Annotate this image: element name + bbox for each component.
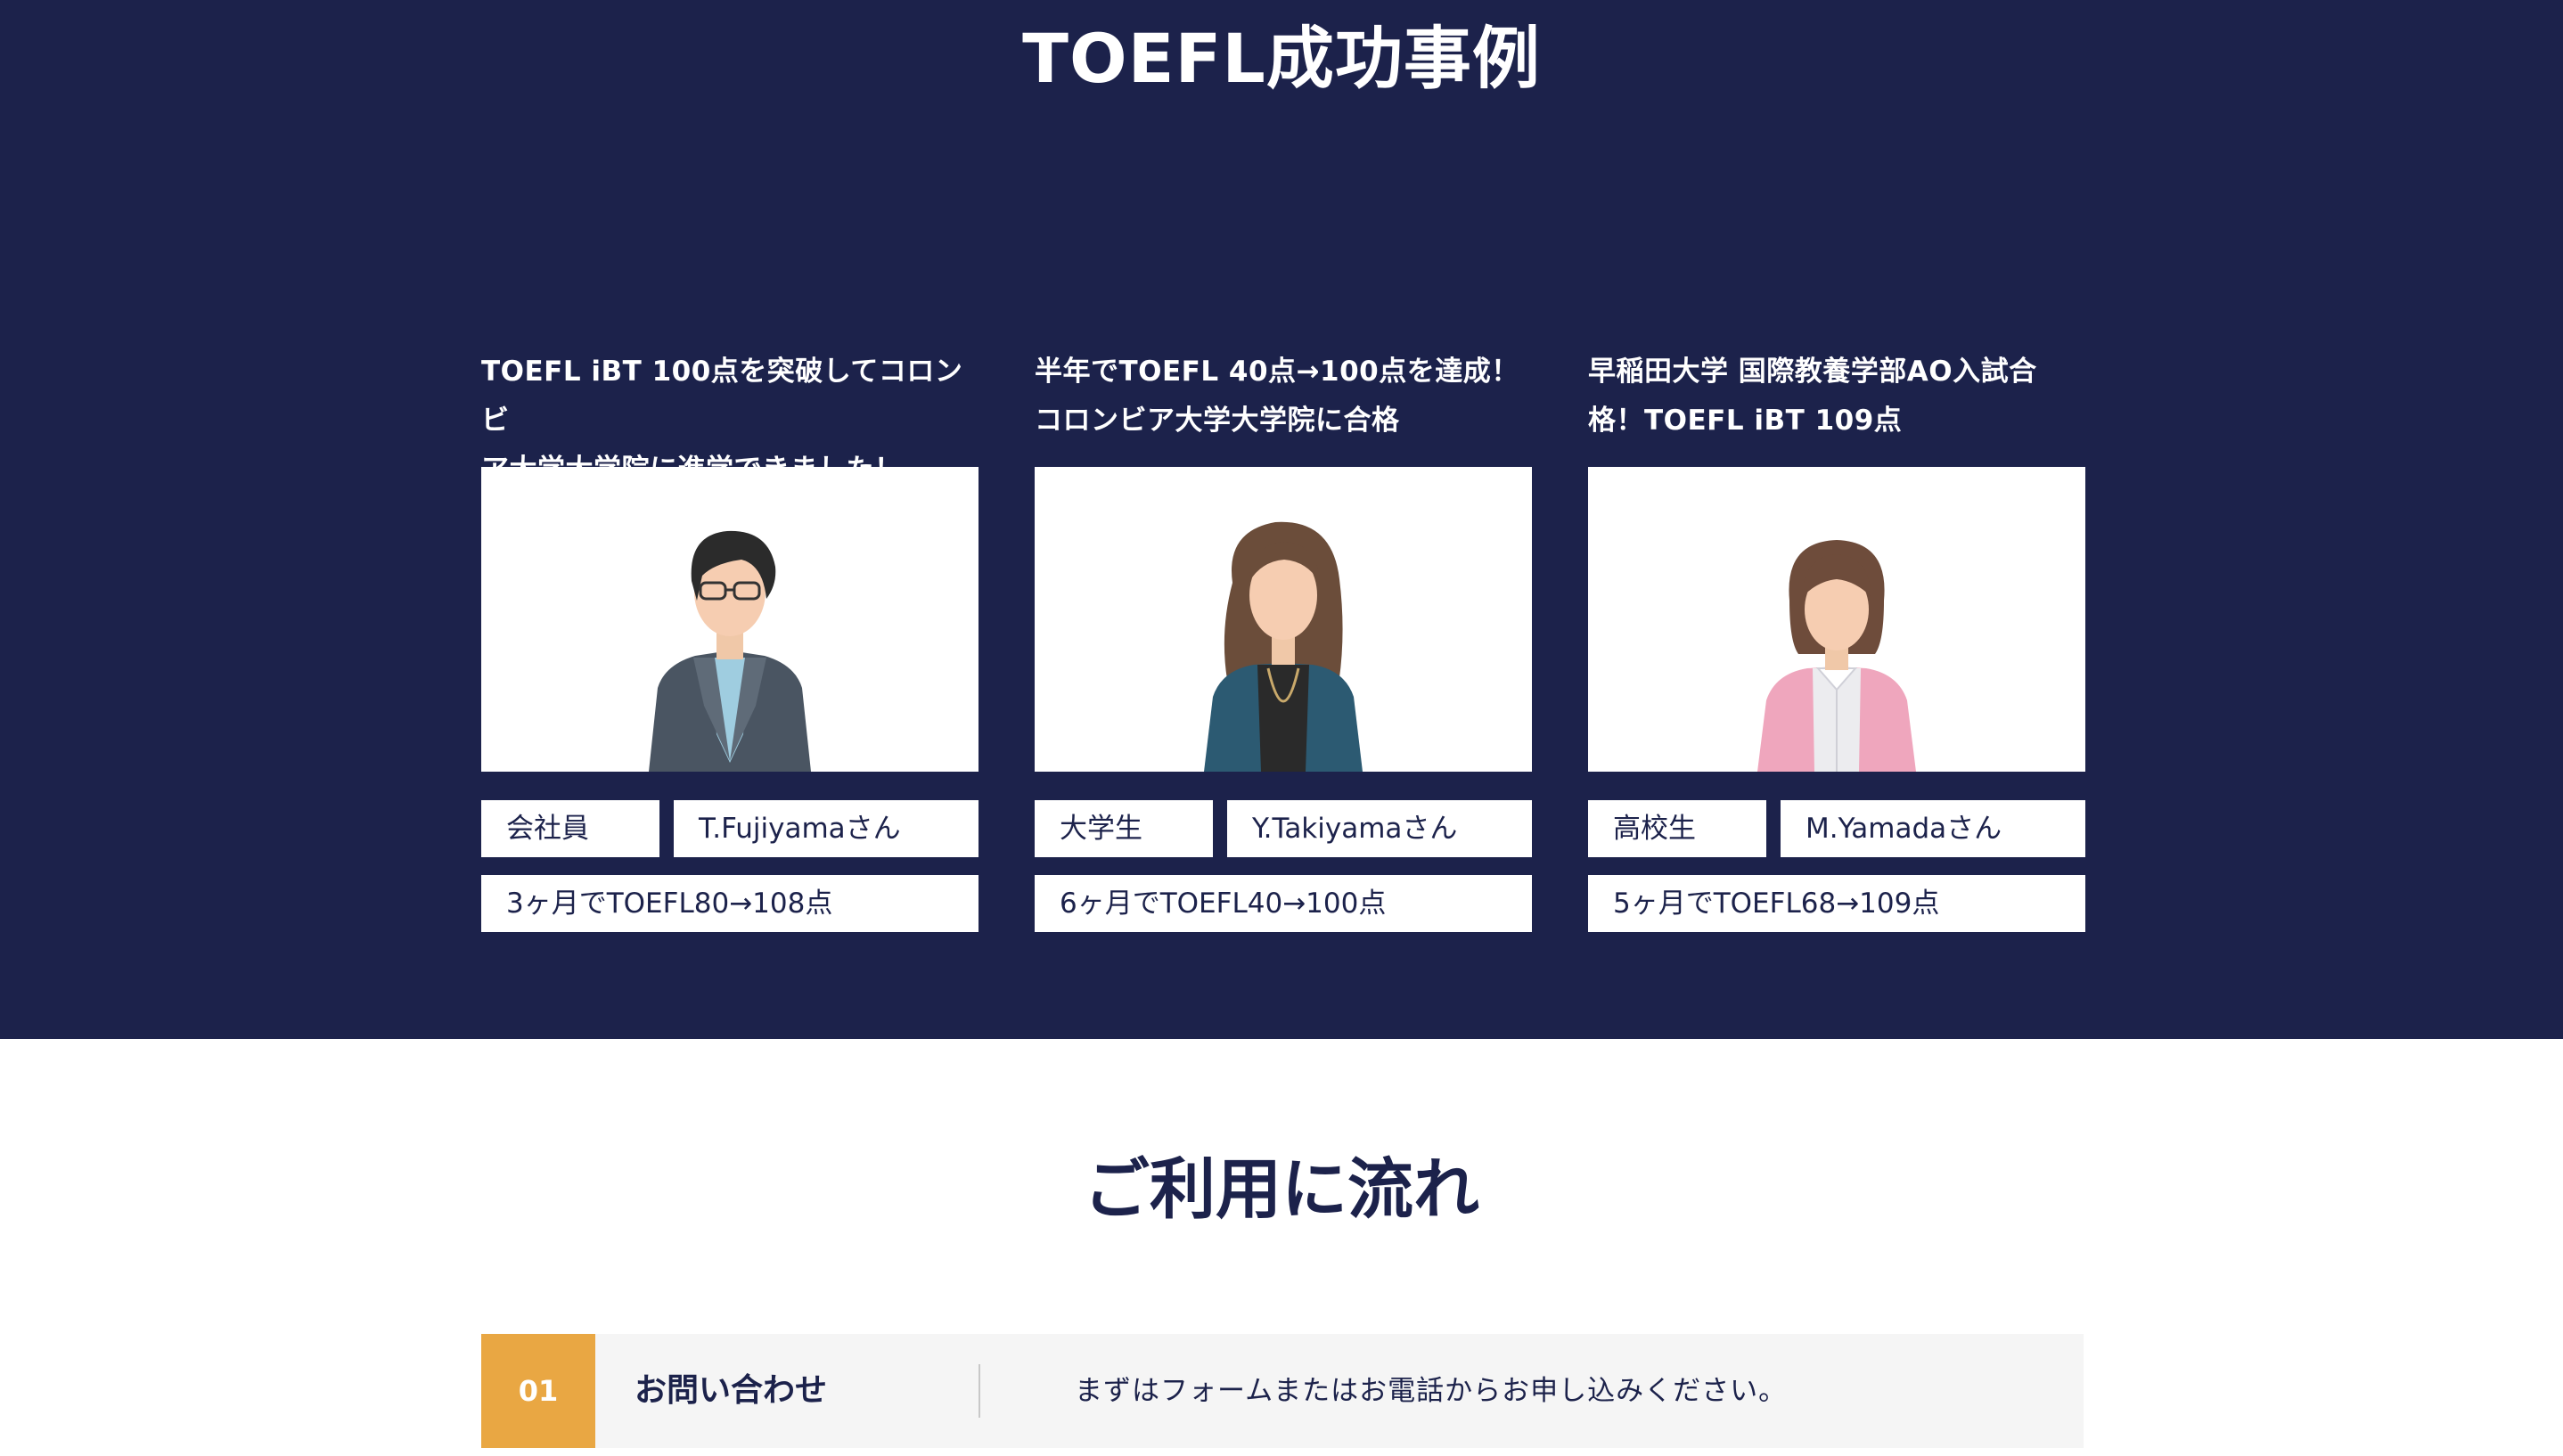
case-name: Y.Takiyamaさん	[1227, 800, 1532, 857]
case-role: 高校生	[1588, 800, 1766, 857]
case-name: M.Yamadaさん	[1781, 800, 2085, 857]
step-description: まずはフォームまたはお電話からお申し込みください。	[1075, 1375, 1788, 1407]
case-name: T.Fujiyamaさん	[674, 800, 979, 857]
case-role: 会社員	[481, 800, 659, 857]
step-divider	[979, 1364, 980, 1418]
case-result: 6ヶ月でTOEFL40→100点	[1035, 875, 1532, 932]
case-result: 3ヶ月でTOEFL80→108点	[481, 875, 979, 932]
case-role: 大学生	[1035, 800, 1213, 857]
case-headline: 早稲田大学 国際教養学部AO入試合 格！TOEFL iBT 109点	[1588, 356, 2037, 437]
success-section-title: TOEFL成功事例	[1022, 19, 1541, 98]
case-result: 5ヶ月でTOEFL68→109点	[1588, 875, 2085, 932]
success-cases-section: TOEFL成功事例 TOEFL iBT 100点を突破してコロンビ ア大学大学院…	[0, 0, 2563, 1039]
step-label: お問い合わせ	[635, 1372, 828, 1409]
success-case-card: TOEFL iBT 100点を突破してコロンビ ア大学大学院に進学できました！	[481, 348, 979, 932]
case-headline: 半年でTOEFL 40点→100点を達成！ コロンビア大学大学院に合格	[1035, 356, 1519, 437]
flow-section-title: ご利用に流れ	[1084, 1151, 1479, 1228]
case-headline: TOEFL iBT 100点を突破してコロンビ ア大学大学院に進学できました！	[481, 356, 963, 486]
step-number-badge: 01	[481, 1334, 595, 1448]
businessman-with-glasses-icon	[481, 467, 979, 772]
success-case-card: 半年でTOEFL 40点→100点を達成！ コロンビア大学大学院に合格 大学生 …	[1035, 348, 1532, 932]
girl-bob-hair-icon	[1588, 467, 2085, 772]
woman-long-hair-icon	[1035, 467, 1532, 772]
success-case-card: 早稲田大学 国際教養学部AO入試合 格！TOEFL iBT 109点 高校生 M…	[1588, 348, 2085, 932]
flow-step: 01 お問い合わせ まずはフォームまたはお電話からお申し込みください。	[481, 1334, 2084, 1448]
